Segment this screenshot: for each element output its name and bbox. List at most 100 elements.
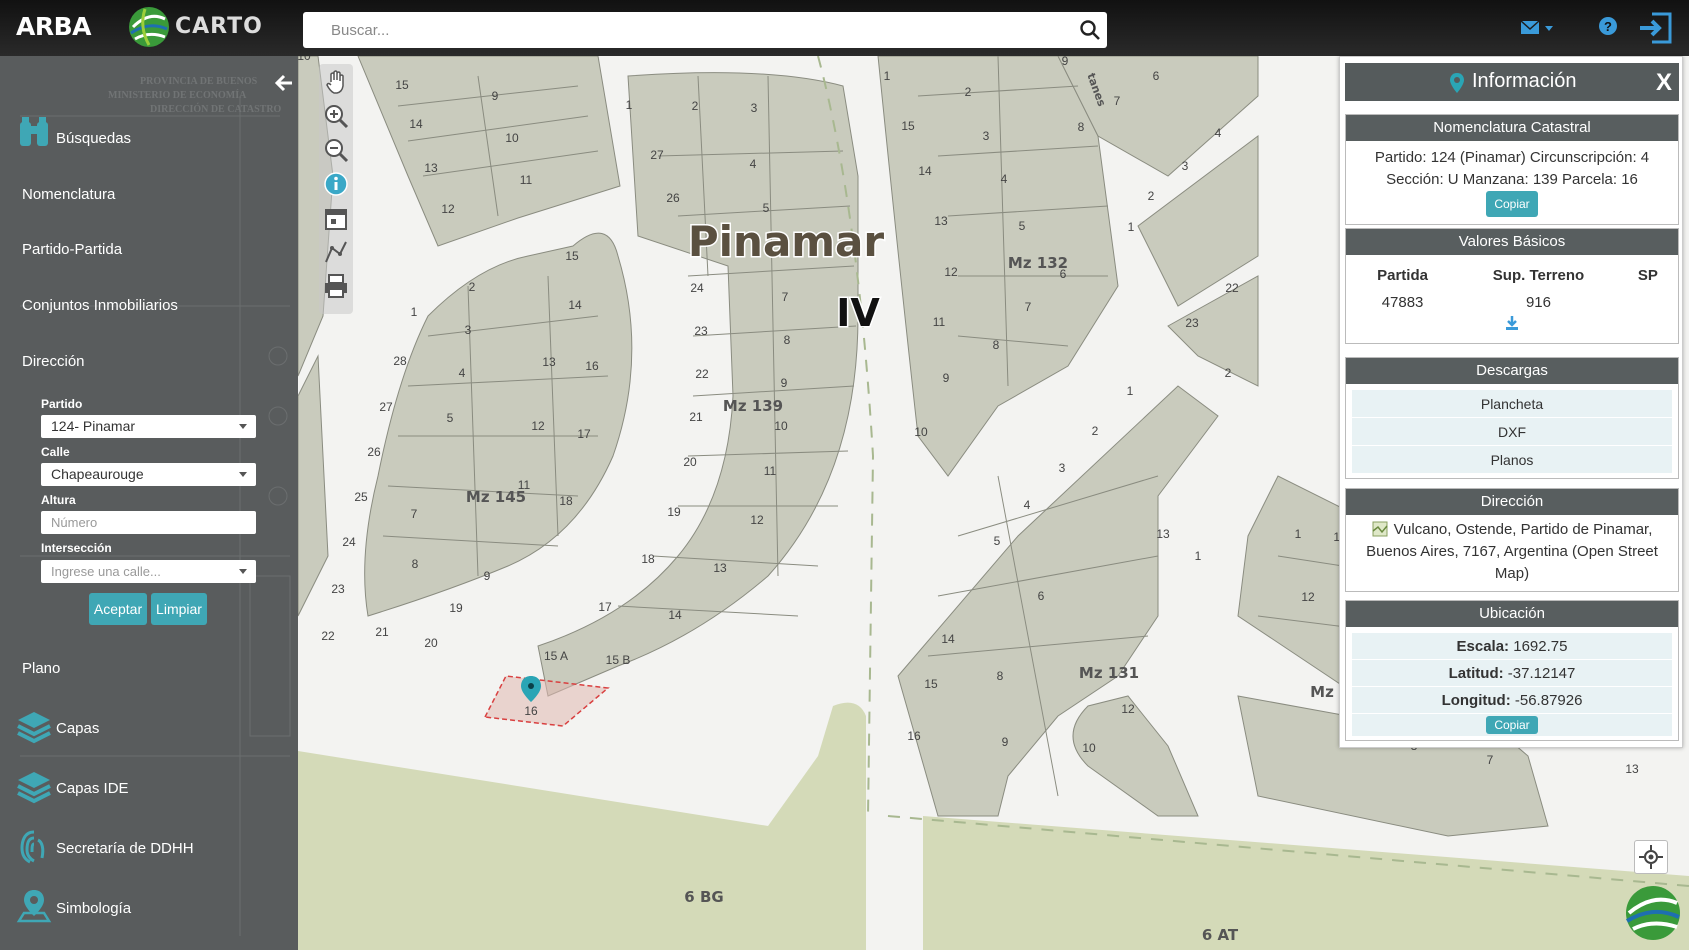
- sidebar-item-partido-partida[interactable]: Partido-Partida: [22, 241, 122, 258]
- parcel-label: 2: [1225, 366, 1232, 380]
- sidebar-item-ddhh[interactable]: Secretaría de DDHH: [56, 840, 194, 857]
- sidebar-item-busquedas[interactable]: Búsquedas: [56, 130, 131, 147]
- parcel-label: 3: [465, 323, 472, 337]
- section-ubicacion: Ubicación Escala: 1692.75 Latitud: -37.1…: [1345, 600, 1679, 741]
- close-icon[interactable]: X: [1656, 69, 1672, 97]
- parcel-label: 14: [409, 117, 423, 131]
- sidebar-item-capas[interactable]: Capas: [56, 720, 99, 737]
- parcel-label: 17: [577, 427, 591, 441]
- partido-select[interactable]: 124- Pinamar: [41, 415, 256, 438]
- parcel-label: 8: [993, 338, 1000, 352]
- parcel-label: 2: [469, 280, 476, 294]
- altura-input[interactable]: Número: [41, 511, 256, 534]
- latitud-label: Latitud:: [1448, 665, 1504, 682]
- download-plancheta[interactable]: Plancheta: [1352, 390, 1672, 418]
- calendar-icon[interactable]: [322, 204, 350, 232]
- search-icon[interactable]: [1078, 18, 1102, 42]
- parcel-label: 2: [1148, 189, 1155, 203]
- parcel-label: 3: [751, 101, 758, 115]
- parcel-label: 8: [997, 669, 1004, 683]
- parcel-label: 1: [1128, 220, 1135, 234]
- parcel-label: 24: [342, 535, 356, 549]
- parcel-label: 26: [367, 445, 381, 459]
- parcel-label: 10: [298, 56, 311, 63]
- parcel-label: 9: [1062, 56, 1069, 68]
- help-icon[interactable]: ?: [1598, 16, 1618, 36]
- block-label-mz131: Mz 131: [1079, 664, 1139, 682]
- parcel-label: 15 A: [544, 649, 568, 663]
- download-dxf[interactable]: DXF: [1352, 418, 1672, 446]
- calle-select[interactable]: Chapeaurouge: [41, 463, 256, 486]
- sidebar-item-nomenclatura[interactable]: Nomenclatura: [22, 186, 115, 203]
- mail-icon[interactable]: [1519, 17, 1559, 39]
- print-icon[interactable]: [322, 272, 350, 300]
- section-descargas: Descargas Plancheta DXF Planos: [1345, 357, 1679, 479]
- pan-hand-icon[interactable]: [322, 68, 350, 96]
- download-planos[interactable]: Planos: [1352, 446, 1672, 474]
- latitud-row: Latitud: -37.12147: [1352, 660, 1672, 687]
- section-nomenclatura: Nomenclatura Catastral Partido: 124 (Pin…: [1345, 114, 1679, 225]
- parcel-label: 9: [943, 371, 950, 385]
- aceptar-button[interactable]: Aceptar: [89, 593, 147, 625]
- osm-map-icon: [1372, 521, 1388, 537]
- logout-icon[interactable]: [1638, 10, 1674, 46]
- collapse-arrow-icon[interactable]: [274, 73, 294, 93]
- copy-ubicacion-button[interactable]: Copiar: [1486, 716, 1538, 734]
- green-area-6at: [923, 816, 1689, 950]
- sidebar-item-capas-ide[interactable]: Capas IDE: [56, 780, 129, 797]
- parcel-label: 7: [411, 507, 418, 521]
- limpiar-button[interactable]: Limpiar: [151, 593, 207, 625]
- map-pin-icon: [1450, 73, 1464, 93]
- parcel-label: 8: [1078, 120, 1085, 134]
- parcel-label: 13: [1625, 762, 1639, 776]
- top-bar: ARBA CARTO ?: [0, 0, 1689, 56]
- parcel-label: 2: [1092, 424, 1099, 438]
- sidebar-item-simbologia[interactable]: Simbología: [56, 900, 131, 917]
- parcel-label: 1: [1195, 549, 1202, 563]
- value-sp: [1624, 290, 1672, 315]
- parcel-label: 4: [1215, 126, 1222, 140]
- interseccion-select[interactable]: Ingrese una calle...: [41, 560, 256, 583]
- parcel-label: 18: [641, 552, 655, 566]
- section-nomenclatura-head: Nomenclatura Catastral: [1346, 115, 1678, 141]
- info-header: Información X: [1345, 63, 1679, 101]
- zoom-in-icon[interactable]: [322, 102, 350, 130]
- parcel-label: 4: [1024, 498, 1031, 512]
- parcel-label: 13: [424, 161, 438, 175]
- parcel-label: 3: [983, 129, 990, 143]
- parcel-label: 1: [626, 98, 633, 112]
- selected-parcel[interactable]: [483, 675, 610, 727]
- parcel-label: 13: [1156, 527, 1170, 541]
- locate-button[interactable]: [1634, 840, 1668, 874]
- search-input[interactable]: [303, 12, 1107, 48]
- calle-select-value: Chapeaurouge: [51, 466, 144, 482]
- section-descargas-head: Descargas: [1346, 358, 1678, 384]
- parcel-label: 1: [884, 69, 891, 83]
- crosshair-icon: [1639, 845, 1663, 869]
- parcel-label: 21: [375, 625, 389, 639]
- download-icon[interactable]: [1504, 315, 1520, 331]
- binoculars-icon: [20, 117, 48, 146]
- parcel-label: 8: [784, 333, 791, 347]
- parcel-label: 6: [1153, 69, 1160, 83]
- copy-nomenclatura-button[interactable]: Copiar: [1486, 191, 1538, 217]
- parcel-label: 27: [650, 148, 664, 162]
- parcel-label: 10: [914, 425, 928, 439]
- sidebar-item-conjuntos[interactable]: Conjuntos Inmobiliarios: [22, 297, 178, 314]
- info-icon[interactable]: [322, 170, 350, 198]
- sidebar-item-direccion[interactable]: Dirección: [22, 353, 85, 370]
- parcel-label: 5: [447, 411, 454, 425]
- zoom-out-icon[interactable]: [322, 136, 350, 164]
- map-title: Pinamar: [688, 217, 885, 266]
- parcel-label: 24: [690, 281, 704, 295]
- parcel-label: 10: [505, 131, 519, 145]
- parcel-label: 10: [774, 419, 788, 433]
- nomenclatura-line2: Sección: U Manzana: 139 Parcela: 16: [1386, 171, 1638, 188]
- carto-globe-logo: [129, 7, 169, 47]
- parcel-label: 9: [484, 569, 491, 583]
- sidebar-item-plano[interactable]: Plano: [22, 660, 60, 677]
- measure-icon[interactable]: [322, 238, 350, 266]
- parcel-label: 22: [321, 629, 335, 643]
- parcel-label: 9: [1002, 735, 1009, 749]
- parcel-label: 12: [1301, 590, 1315, 604]
